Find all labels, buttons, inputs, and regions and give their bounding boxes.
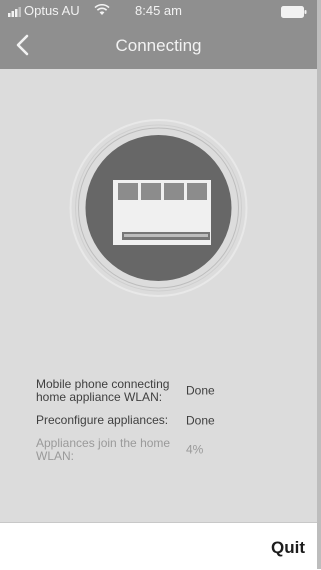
- bottom-bar: Quit: [0, 522, 317, 570]
- step-label: Appliances join the home WLAN:: [36, 436, 171, 463]
- screen: Optus AU 8:45 am Connecting Mobile phone…: [0, 0, 321, 570]
- quit-button[interactable]: Quit: [271, 538, 305, 558]
- step-progress: 4%: [186, 442, 204, 457]
- step-row-connect-wlan: Mobile phone connecting home appliance W…: [36, 378, 306, 404]
- step-label: Preconfigure appliances:: [36, 413, 169, 427]
- connecting-illustration: [69, 119, 248, 297]
- battery-icon: [281, 6, 307, 18]
- status-bar: Optus AU 8:45 am: [0, 0, 317, 22]
- step-label: Mobile phone connecting home appliance W…: [36, 377, 170, 404]
- step-status: Done: [186, 413, 215, 427]
- page-title: Connecting: [115, 36, 202, 55]
- air-conditioner-icon: [113, 180, 211, 245]
- step-row-preconfigure: Preconfigure appliances: Done: [36, 414, 306, 427]
- step-status: Done: [186, 383, 215, 398]
- connection-steps: Mobile phone connecting home appliance W…: [36, 378, 306, 473]
- step-row-join-home-wlan: Appliances join the home WLAN: 4%: [36, 437, 306, 463]
- header: Optus AU 8:45 am Connecting: [0, 0, 317, 69]
- status-time: 8:45 am: [135, 3, 182, 18]
